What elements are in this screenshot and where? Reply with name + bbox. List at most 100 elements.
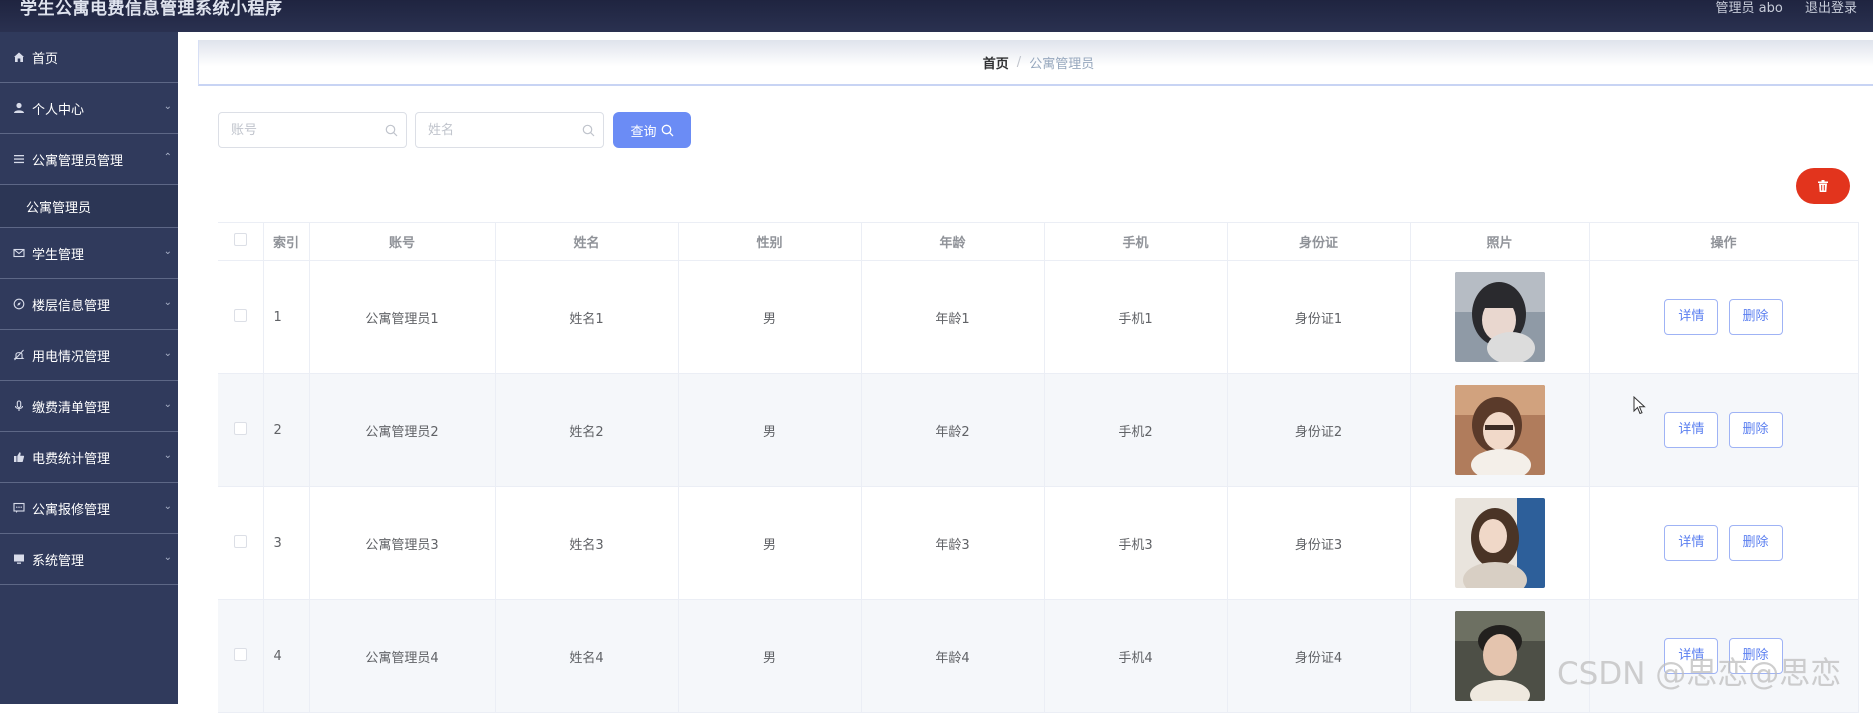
account-cell: 公寓管理员1 [309, 260, 496, 374]
name-cell: 姓名2 [495, 373, 679, 487]
sidebar-item-repair-mgmt[interactable]: 公寓报修管理 ⌄ [0, 483, 178, 534]
detail-button[interactable]: 详情 [1664, 299, 1719, 335]
profile-photo[interactable] [1454, 385, 1545, 475]
gender-cell: 男 [678, 260, 862, 374]
menu-icon [12, 152, 26, 166]
row-checkbox[interactable] [233, 421, 247, 435]
chevron-down-icon: ⌄ [163, 297, 172, 308]
name-cell: 姓名1 [495, 260, 679, 374]
table-header-row: 索引 账号 姓名 性别 年龄 手机 身份证 照片 操作 [218, 222, 1859, 261]
sidebar-item-label: 用电情况管理 [32, 349, 111, 365]
sidebar-item-label: 公寓报修管理 [32, 502, 111, 518]
column-header: 年龄 [861, 222, 1045, 261]
row-select-cell[interactable] [218, 260, 264, 374]
delete-button[interactable]: 删除 [1728, 412, 1783, 448]
chevron-down-icon: ⌄ [163, 348, 172, 359]
chevron-down-icon: ⌄ [163, 450, 172, 461]
chevron-down-icon: ⌄ [163, 101, 172, 112]
phone-cell: 手机2 [1044, 373, 1228, 487]
age-cell: 年龄1 [861, 260, 1045, 374]
detail-button[interactable]: 详情 [1664, 525, 1719, 561]
phone-cell: 手机1 [1044, 260, 1228, 374]
delete-button[interactable]: 删除 [1728, 525, 1783, 561]
mouse-cursor-icon [1633, 396, 1646, 415]
sidebar-item-home[interactable]: 首页 [0, 32, 178, 83]
sidebar-item-fee-stats-mgmt[interactable]: 电费统计管理 ⌄ [0, 432, 178, 483]
account-search-input[interactable] [231, 113, 381, 147]
table-row: 3 公寓管理员3 姓名3 男 年龄3 手机3 身份证3 详情 删除 [218, 486, 1859, 600]
sidebar-item-floor-info-mgmt[interactable]: 楼层信息管理 ⌄ [0, 279, 178, 330]
row-select-cell[interactable] [218, 486, 264, 600]
photo-cell [1410, 373, 1590, 487]
sidebar-item-label: 楼层信息管理 [32, 298, 111, 314]
index-cell: 1 [263, 260, 310, 374]
column-header: 操作 [1589, 222, 1859, 261]
breadcrumb-separator: / [1016, 54, 1022, 70]
age-cell: 年龄4 [861, 599, 1045, 713]
sidebar-item-system-mgmt[interactable]: 系统管理 ⌄ [0, 534, 178, 585]
sidebar-item-label: 公寓管理员管理 [32, 153, 124, 169]
profile-photo[interactable] [1454, 498, 1545, 588]
column-header: 姓名 [495, 222, 679, 261]
id-card-cell: 身份证2 [1227, 373, 1411, 487]
batch-delete-button[interactable] [1796, 168, 1850, 204]
row-select-cell[interactable] [218, 599, 264, 713]
logout-link[interactable]: 退出登录 [1805, 1, 1857, 16]
detail-button[interactable]: 详情 [1664, 412, 1719, 448]
home-icon [12, 50, 26, 64]
phone-cell: 手机4 [1044, 599, 1228, 713]
sidebar-item-apartment-admin-mgmt[interactable]: 公寓管理员管理 ⌃ [0, 134, 178, 185]
delete-button[interactable]: 删除 [1728, 299, 1783, 335]
name-cell: 姓名4 [495, 599, 679, 713]
compass-icon [12, 297, 26, 311]
select-all-checkbox[interactable] [233, 233, 247, 246]
row-checkbox[interactable] [233, 534, 247, 548]
query-button[interactable]: 查询 [613, 112, 691, 148]
actions-cell: 详情 删除 [1589, 486, 1859, 600]
thumb-icon [12, 450, 26, 464]
gender-cell: 男 [678, 373, 862, 487]
breadcrumb: 首页 / 公寓管理员 [198, 40, 1873, 86]
app-title: 学生公寓电费信息管理系统小程序 [20, 0, 283, 19]
photo-cell [1410, 486, 1590, 600]
sidebar-item-power-usage-mgmt[interactable]: 用电情况管理 ⌄ [0, 330, 178, 381]
profile-photo[interactable] [1454, 611, 1545, 701]
search-icon [385, 122, 398, 141]
query-button-label: 查询 [630, 124, 657, 140]
sidebar-item-profile[interactable]: 个人中心 ⌄ [0, 83, 178, 134]
account-cell: 公寓管理员2 [309, 373, 496, 487]
sidebar-subitem-apartment-admin[interactable]: 公寓管理员 [0, 185, 178, 228]
column-header: 照片 [1410, 222, 1590, 261]
index-cell: 4 [263, 599, 310, 713]
row-checkbox[interactable] [233, 308, 247, 322]
photo-cell [1410, 260, 1590, 374]
account-cell: 公寓管理员4 [309, 599, 496, 713]
phone-cell: 手机3 [1044, 486, 1228, 600]
sidebar-item-label: 学生管理 [32, 247, 85, 263]
column-header: 身份证 [1227, 222, 1411, 261]
sidebar-item-student-mgmt[interactable]: 学生管理 ⌄ [0, 228, 178, 279]
sidebar: 首页 个人中心 ⌄ 公寓管理员管理 ⌃ 公寓管理员 学生管理 ⌄ 楼层信息管理 … [0, 32, 178, 704]
bell-icon [12, 348, 26, 362]
watermark: CSDN @思恋@思恋 [1557, 656, 1842, 692]
sidebar-item-label: 缴费清单管理 [32, 400, 111, 416]
sidebar-item-payment-list-mgmt[interactable]: 缴费清单管理 ⌄ [0, 381, 178, 432]
table-row: 1 公寓管理员1 姓名1 男 年龄1 手机1 身份证1 详情 删除 [218, 260, 1859, 374]
chevron-down-icon: ⌄ [163, 399, 172, 410]
name-search-field[interactable] [415, 112, 604, 148]
actions-cell: 详情 删除 [1589, 260, 1859, 374]
column-header: 性别 [678, 222, 862, 261]
select-all-cell[interactable] [218, 222, 264, 261]
chevron-up-icon: ⌃ [163, 152, 172, 163]
profile-photo[interactable] [1454, 272, 1545, 362]
row-select-cell[interactable] [218, 373, 264, 487]
column-header: 手机 [1044, 222, 1228, 261]
mic-icon [12, 399, 26, 413]
search-icon [582, 122, 595, 141]
name-search-input[interactable] [428, 113, 578, 147]
breadcrumb-home[interactable]: 首页 [983, 53, 1009, 72]
row-checkbox[interactable] [233, 647, 247, 661]
account-search-field[interactable] [218, 112, 407, 148]
id-card-cell: 身份证4 [1227, 599, 1411, 713]
index-cell: 3 [263, 486, 310, 600]
